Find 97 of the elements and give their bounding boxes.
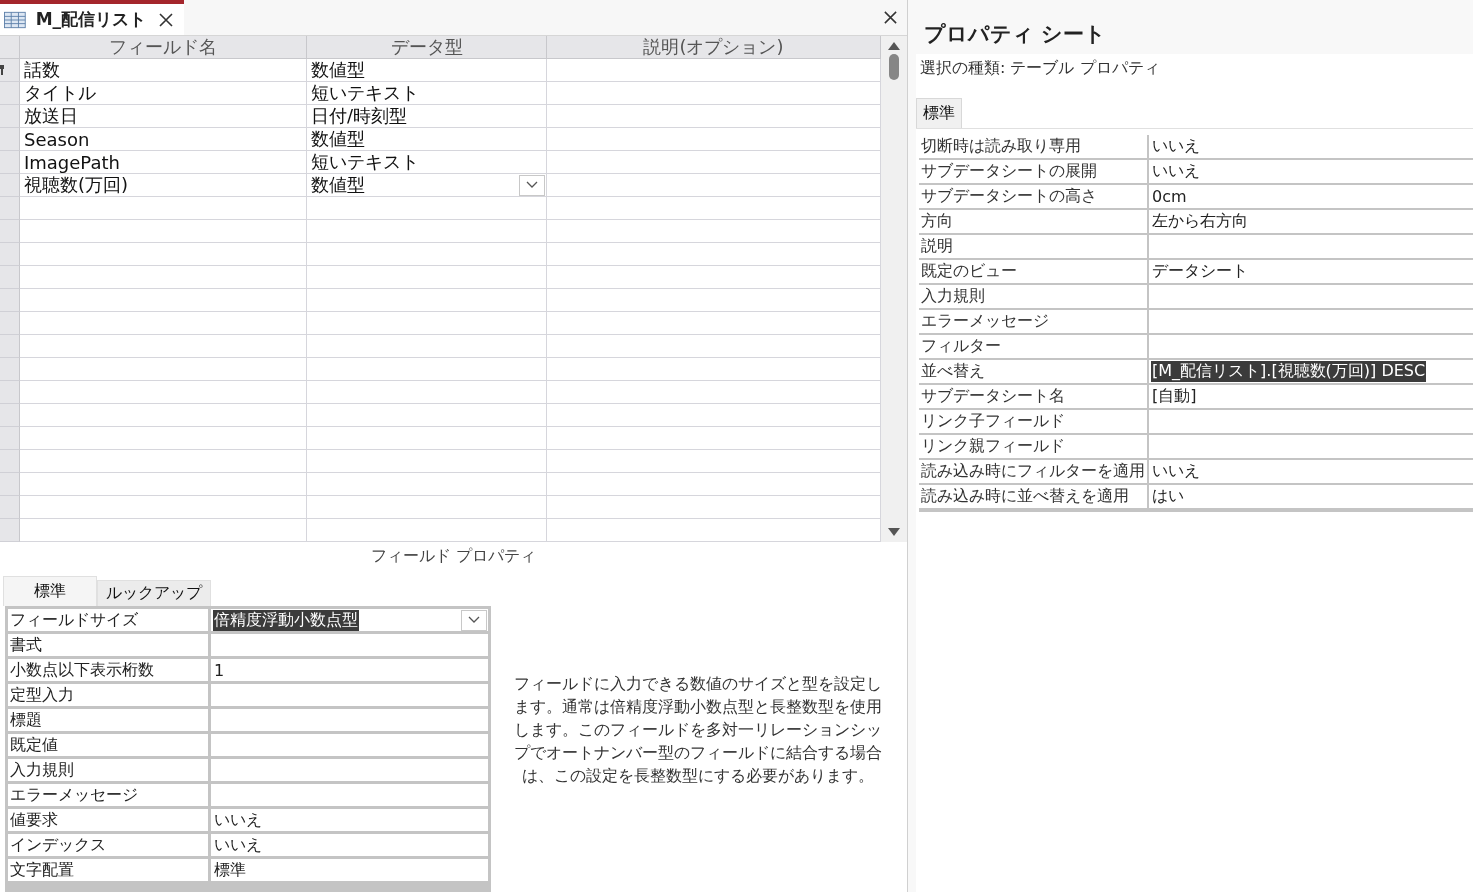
property-label: サブデータシートの高さ bbox=[919, 185, 1149, 210]
property-value-cell[interactable]: いいえ bbox=[211, 809, 488, 834]
property-value-cell[interactable]: [M_配信リスト].[視聴数(万回)] DESC bbox=[1149, 360, 1473, 385]
tab-title: M_配信リスト bbox=[35, 8, 147, 31]
property-label: 入力規則 bbox=[919, 285, 1149, 310]
column-header: 説明(オプション) bbox=[547, 36, 881, 59]
property-label: 小数点以下表示桁数 bbox=[8, 659, 208, 684]
table-cell: 短いテキスト bbox=[307, 151, 547, 174]
property-label: 書式 bbox=[8, 634, 208, 659]
property-value-cell[interactable] bbox=[211, 634, 488, 659]
property-label: 文字配置 bbox=[8, 859, 208, 884]
property-value-cell[interactable] bbox=[211, 684, 488, 709]
property-label: サブデータシートの展開 bbox=[919, 160, 1149, 185]
table-cell: 数値型 bbox=[307, 174, 547, 197]
close-icon bbox=[158, 11, 175, 28]
property-label: 説明 bbox=[919, 235, 1149, 260]
property-value: いいえ bbox=[1151, 461, 1201, 482]
property-label: 読み込み時にフィルターを適用 bbox=[919, 460, 1149, 485]
property-label: サブデータシート名 bbox=[919, 385, 1149, 410]
selection-type-label: 選択の種類: テーブル プロパティ bbox=[919, 57, 1161, 79]
scrollbar[interactable] bbox=[881, 36, 907, 542]
property-value: いいえ bbox=[1151, 161, 1201, 182]
property-value-cell[interactable]: いいえ bbox=[211, 834, 488, 859]
property-label: 入力規則 bbox=[8, 759, 208, 784]
property-label: リンク親フィールド bbox=[919, 435, 1149, 460]
scroll-up-icon[interactable] bbox=[888, 42, 900, 50]
scroll-down-icon[interactable] bbox=[888, 528, 900, 536]
table-cell: 日付/時刻型 bbox=[307, 105, 547, 128]
chevron-down-icon bbox=[468, 616, 480, 624]
property-label: インデックス bbox=[8, 834, 208, 859]
property-value: [自動] bbox=[1151, 386, 1198, 407]
table-cell: 放送日 bbox=[20, 105, 307, 128]
property-label: エラーメッセージ bbox=[8, 784, 208, 809]
property-value: 倍精度浮動小数点型 bbox=[213, 609, 359, 631]
property-value: [M_配信リスト].[視聴数(万回)] DESC bbox=[1151, 361, 1427, 382]
table-cell: Season bbox=[20, 128, 307, 151]
chevron-down-icon bbox=[526, 181, 538, 189]
property-value: いいえ bbox=[213, 834, 263, 856]
property-value-cell[interactable]: はい bbox=[1149, 485, 1473, 510]
property-label: 切断時は読み取り専用 bbox=[919, 135, 1149, 160]
property-tab[interactable]: ルックアップ bbox=[97, 580, 211, 606]
property-value-cell[interactable]: 0cm bbox=[1149, 185, 1473, 210]
section-title: フィールド プロパティ bbox=[370, 546, 537, 565]
table-cell: タイトル bbox=[20, 82, 307, 105]
property-label: リンク子フィールド bbox=[919, 410, 1149, 435]
property-value: データシート bbox=[1151, 261, 1249, 282]
table-cell: 短いテキスト bbox=[307, 82, 547, 105]
property-label: 既定値 bbox=[8, 734, 208, 759]
table-cell: ImagePath bbox=[20, 151, 307, 174]
dropdown-button[interactable] bbox=[519, 174, 545, 196]
property-label: フィルター bbox=[919, 335, 1149, 360]
table-cell: 視聴数(万回) bbox=[20, 174, 307, 197]
table-icon bbox=[4, 10, 26, 29]
property-label: フィールドサイズ bbox=[8, 609, 208, 634]
property-label: エラーメッセージ bbox=[919, 310, 1149, 335]
property-value: 1 bbox=[213, 660, 226, 680]
property-value-cell[interactable]: いいえ bbox=[1149, 160, 1473, 185]
property-value-cell[interactable]: いいえ bbox=[1149, 460, 1473, 485]
table-cell: 話数 bbox=[20, 59, 307, 82]
property-label: 方向 bbox=[919, 210, 1149, 235]
property-value-cell[interactable]: 左から右方向 bbox=[1149, 210, 1473, 235]
table-cell: 数値型 bbox=[307, 128, 547, 151]
help-text: フィールドに入力できる数値のサイズと型を設定します。通常は倍精度浮動小数点型と長整数型を使用します。このフィールドを多対一リレーションシップでオートナンバー型のフィールドに結合する場合は、この設定を長整数型にする必要があります。 bbox=[513, 672, 883, 787]
scroll-thumb[interactable] bbox=[889, 54, 899, 80]
property-value-cell[interactable] bbox=[211, 709, 488, 734]
property-label: 既定のビュー bbox=[919, 260, 1149, 285]
property-value-cell[interactable]: いいえ bbox=[1149, 135, 1473, 160]
close-icon bbox=[882, 10, 898, 25]
property-value-cell[interactable] bbox=[211, 734, 488, 759]
property-label: 並べ替え bbox=[919, 360, 1149, 385]
property-value-cell[interactable]: 標準 bbox=[211, 859, 488, 884]
property-tab[interactable]: 標準 bbox=[3, 576, 97, 606]
column-header: データ型 bbox=[307, 36, 547, 59]
document-tab[interactable]: M_配信リスト bbox=[0, 0, 184, 35]
property-value-cell[interactable]: 1 bbox=[211, 659, 488, 684]
property-label: 読み込み時に並べ替えを適用 bbox=[919, 485, 1149, 510]
dropdown-button[interactable] bbox=[461, 609, 487, 631]
property-value: 左から右方向 bbox=[1151, 211, 1249, 232]
property-value-cell[interactable] bbox=[211, 784, 488, 809]
key-icon bbox=[0, 64, 6, 76]
property-label: 定型入力 bbox=[8, 684, 208, 709]
property-value-cell[interactable]: [自動] bbox=[1149, 385, 1473, 410]
property-value-cell[interactable]: 倍精度浮動小数点型 bbox=[211, 609, 488, 634]
property-value: いいえ bbox=[213, 809, 263, 831]
property-label: 値要求 bbox=[8, 809, 208, 834]
property-value: 標準 bbox=[213, 859, 247, 881]
column-header: フィールド名 bbox=[20, 36, 307, 59]
property-tab[interactable]: 標準 bbox=[916, 98, 962, 128]
property-value: いいえ bbox=[1151, 136, 1201, 157]
property-value: 0cm bbox=[1151, 187, 1188, 206]
property-value-cell[interactable] bbox=[211, 759, 488, 784]
property-value: はい bbox=[1151, 486, 1185, 507]
row-selector[interactable] bbox=[0, 59, 20, 82]
property-label: 標題 bbox=[8, 709, 208, 734]
property-value-cell[interactable]: データシート bbox=[1149, 260, 1473, 285]
table-cell: 数値型 bbox=[307, 59, 547, 82]
panel-title: プロパティ シート bbox=[923, 21, 1108, 48]
